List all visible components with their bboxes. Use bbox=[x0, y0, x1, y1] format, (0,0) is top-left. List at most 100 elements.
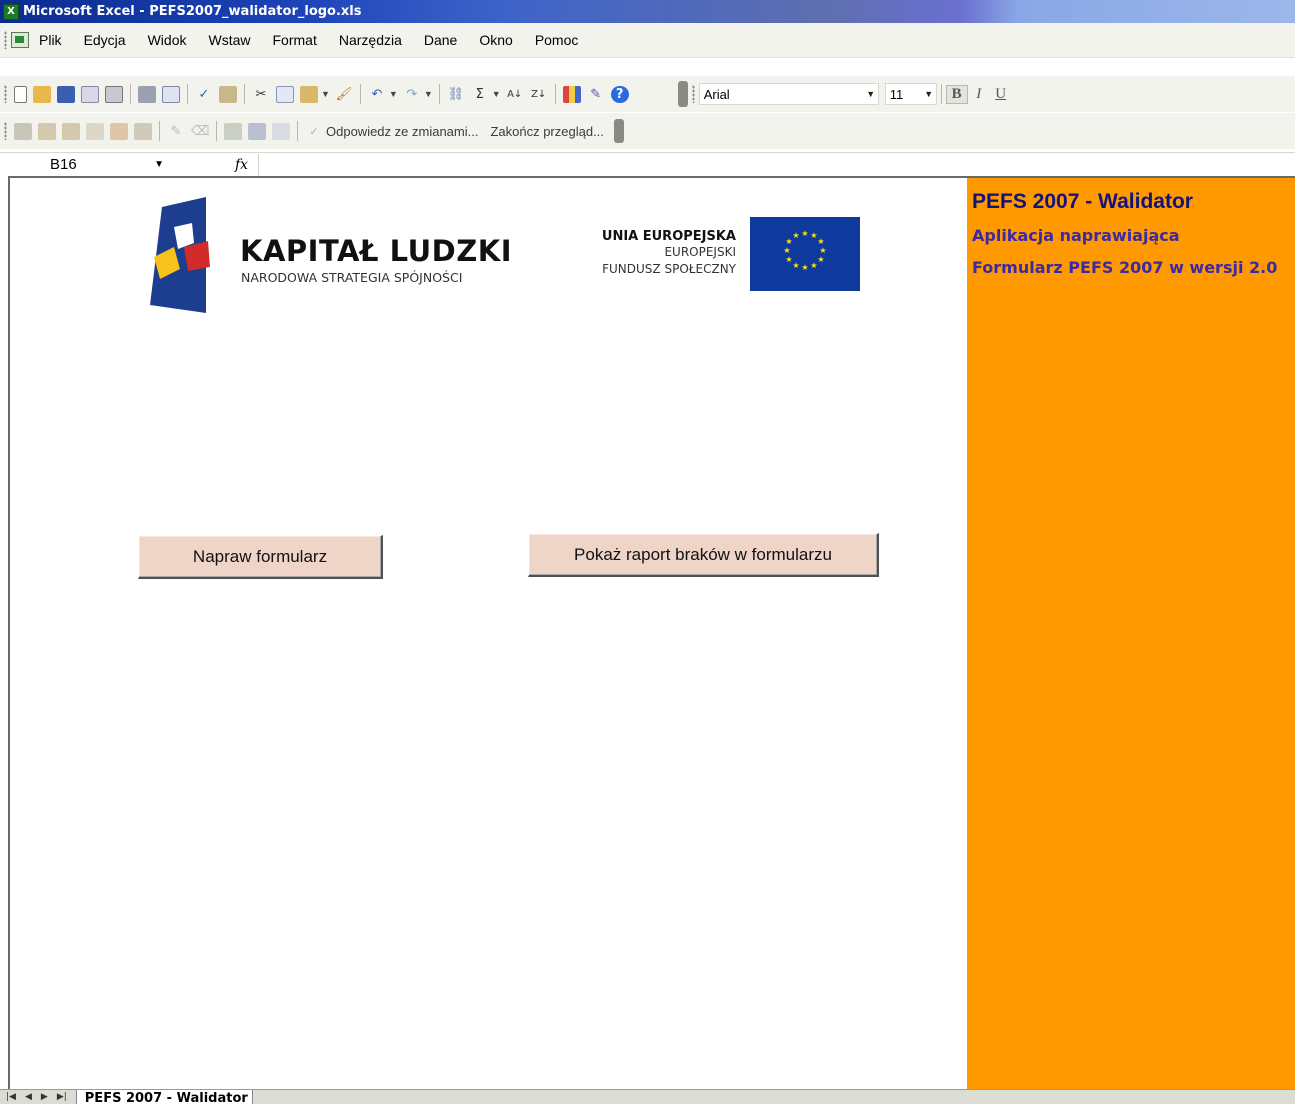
print-preview-icon[interactable] bbox=[162, 85, 180, 103]
spelling-icon[interactable]: ✓ bbox=[195, 86, 213, 103]
menu-bar: Plik Edycja Widok Wstaw Format Narzędzia… bbox=[0, 23, 1295, 58]
previous-comment-icon[interactable] bbox=[38, 122, 56, 140]
undo-icon[interactable]: ↶ bbox=[368, 86, 386, 103]
worksheet[interactable]: KAPITAŁ LUDZKI NARODOWA STRATEGIA SPÓJNO… bbox=[8, 176, 1295, 1091]
insert-function-icon[interactable]: fx bbox=[235, 157, 248, 173]
panel-line2: Formularz PEFS 2007 w wersji 2.0 bbox=[972, 258, 1278, 277]
show-all-comments-icon[interactable] bbox=[110, 122, 128, 140]
toolbar-grip-icon[interactable] bbox=[4, 85, 7, 103]
paste-dropdown-icon[interactable]: ▼ bbox=[321, 89, 330, 99]
font-name-value: Arial bbox=[703, 86, 730, 102]
chevron-down-icon: ▼ bbox=[866, 89, 876, 99]
print-icon[interactable] bbox=[138, 85, 156, 103]
workbook-icon[interactable] bbox=[11, 32, 29, 48]
menu-wstaw[interactable]: Wstaw bbox=[209, 32, 251, 48]
menu-pomoc[interactable]: Pomoc bbox=[535, 32, 579, 48]
toolbar-separator bbox=[244, 84, 245, 104]
email-icon[interactable] bbox=[105, 85, 123, 103]
toolbar-separator bbox=[159, 121, 160, 141]
svg-text:★: ★ bbox=[810, 261, 817, 270]
show-comment-icon[interactable] bbox=[86, 122, 104, 140]
next-sheet-icon[interactable]: ▶ bbox=[41, 1092, 48, 1102]
redo-icon[interactable]: ↷ bbox=[403, 86, 421, 103]
hyperlink-icon[interactable]: ⛓ bbox=[447, 86, 465, 103]
chart-wizard-icon[interactable] bbox=[562, 85, 581, 103]
menu-widok[interactable]: Widok bbox=[148, 32, 187, 48]
menu-narzedzia[interactable]: Narzędzia bbox=[339, 32, 402, 48]
name-box[interactable]: B16 ▼ bbox=[0, 154, 170, 176]
reviewing-toolbar: ✎ ⌫ ✓ Odpowiedz ze zmianami... Zakończ p… bbox=[0, 113, 1295, 149]
prev-sheet-icon[interactable]: ◀ bbox=[25, 1092, 32, 1102]
cut-icon[interactable]: ✂ bbox=[252, 86, 270, 103]
toolbar-separator bbox=[940, 84, 942, 104]
protect-shared-icon[interactable] bbox=[248, 122, 266, 140]
chevron-down-icon[interactable]: ▼ bbox=[154, 159, 164, 170]
svg-text:★: ★ bbox=[792, 261, 799, 270]
ue-line2: FUNDUSZ SPOŁECZNY bbox=[602, 262, 736, 276]
sheet-tab-active[interactable]: PEFS 2007 - Walidator bbox=[75, 1090, 253, 1104]
formula-input[interactable] bbox=[258, 153, 1295, 176]
underline-button[interactable]: U bbox=[990, 86, 1012, 103]
save-icon[interactable] bbox=[57, 85, 75, 103]
toolbar-separator bbox=[438, 84, 440, 104]
sort-ascending-icon[interactable]: A↓ bbox=[506, 86, 524, 103]
toolbar-options-icon[interactable] bbox=[677, 81, 688, 107]
show-reviewers-icon[interactable] bbox=[14, 122, 32, 140]
panel-line1: Aplikacja naprawiająca bbox=[972, 226, 1180, 245]
format-painter-icon[interactable]: 🖌 bbox=[335, 86, 353, 103]
paste-icon[interactable] bbox=[300, 85, 318, 103]
font-size-select[interactable]: 11 ▼ bbox=[884, 83, 937, 105]
copy-icon[interactable] bbox=[276, 85, 294, 103]
svg-text:★: ★ bbox=[819, 246, 826, 255]
track-changes-icon[interactable] bbox=[224, 122, 242, 140]
open-folder-icon[interactable] bbox=[33, 85, 51, 103]
first-sheet-icon[interactable]: |◀ bbox=[6, 1092, 16, 1102]
svg-text:★: ★ bbox=[801, 263, 808, 272]
drawing-icon[interactable]: ✎ bbox=[587, 86, 605, 103]
research-icon[interactable] bbox=[219, 85, 237, 103]
ue-title: UNIA EUROPEJSKA bbox=[601, 229, 736, 244]
bold-button[interactable]: B bbox=[945, 84, 968, 104]
menu-edycja[interactable]: Edycja bbox=[84, 32, 126, 48]
toolbar-grip-icon[interactable] bbox=[4, 122, 7, 140]
name-box-value: B16 bbox=[50, 156, 77, 173]
menu-dane[interactable]: Dane bbox=[424, 32, 457, 48]
menu-grip-icon[interactable] bbox=[4, 31, 7, 49]
help-icon[interactable]: ? bbox=[610, 85, 629, 103]
ue-line1: EUROPEJSKI bbox=[664, 245, 736, 259]
svg-text:★: ★ bbox=[792, 231, 799, 240]
menu-okno[interactable]: Okno bbox=[479, 32, 512, 48]
autosum-icon[interactable]: Σ bbox=[471, 86, 489, 103]
svg-text:★: ★ bbox=[785, 255, 792, 264]
last-sheet-icon[interactable]: ▶| bbox=[57, 1092, 67, 1102]
menu-plik[interactable]: Plik bbox=[39, 32, 62, 48]
toolbar-options-icon[interactable] bbox=[613, 119, 624, 143]
undo-dropdown-icon[interactable]: ▼ bbox=[389, 89, 398, 99]
autosum-dropdown-icon[interactable]: ▼ bbox=[492, 89, 501, 99]
redo-dropdown-icon[interactable]: ▼ bbox=[424, 89, 433, 99]
reply-with-changes-button[interactable]: Odpowiedz ze zmianami... bbox=[326, 124, 478, 139]
delete-ink-icon[interactable]: ⌫ bbox=[191, 123, 209, 140]
sort-descending-icon[interactable]: Z↓ bbox=[530, 86, 548, 103]
next-comment-icon[interactable] bbox=[62, 122, 80, 140]
new-document-icon[interactable] bbox=[14, 85, 27, 103]
reply-icon[interactable]: ✓ bbox=[305, 123, 323, 140]
italic-button[interactable]: I bbox=[968, 86, 990, 103]
window-title: Microsoft Excel - PEFS2007_walidator_log… bbox=[23, 4, 362, 19]
toolbar-separator bbox=[216, 121, 217, 141]
delete-comment-icon[interactable] bbox=[134, 122, 152, 140]
ink-annotations-icon[interactable]: ✎ bbox=[167, 123, 185, 140]
format-toolbar-grip-icon[interactable] bbox=[691, 85, 695, 103]
font-name-select[interactable]: Arial ▼ bbox=[698, 83, 879, 105]
kapital-ludzki-logo bbox=[150, 197, 210, 313]
fix-form-button[interactable]: Napraw formularz bbox=[138, 535, 383, 579]
info-panel: PEFS 2007 - Walidator Aplikacja naprawia… bbox=[967, 178, 1295, 1091]
menu-format[interactable]: Format bbox=[273, 32, 317, 48]
reviewing-pane-icon[interactable] bbox=[272, 122, 290, 140]
end-review-button[interactable]: Zakończ przegląd... bbox=[490, 124, 603, 139]
permission-icon[interactable] bbox=[81, 85, 99, 103]
sheet-tab-bar: |◀ ◀ ▶ ▶| PEFS 2007 - Walidator bbox=[0, 1089, 1295, 1104]
show-report-button[interactable]: Pokaż raport braków w formularzu bbox=[528, 533, 879, 577]
svg-text:★: ★ bbox=[817, 255, 824, 264]
formula-bar: B16 ▼ fx bbox=[0, 152, 1295, 176]
